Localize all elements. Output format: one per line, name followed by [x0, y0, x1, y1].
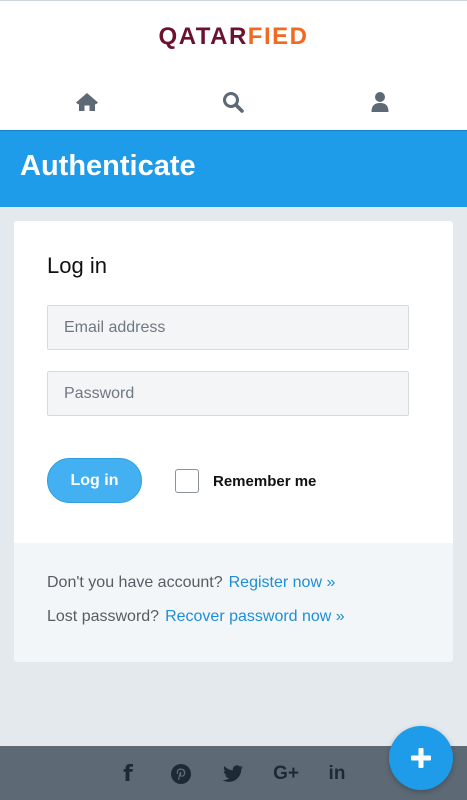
home-icon [76, 93, 98, 111]
login-button[interactable]: Log in [47, 458, 142, 503]
main-nav [0, 85, 467, 119]
remember-me-label: Remember me [213, 472, 317, 490]
user-icon [371, 92, 389, 112]
register-row: Don't you have account? Register now » [47, 574, 335, 592]
nav-home[interactable] [67, 85, 107, 119]
facebook-icon[interactable]: f [118, 762, 138, 787]
page-title: Authenticate [20, 150, 196, 182]
plus-icon [411, 748, 431, 768]
nav-search[interactable] [213, 85, 253, 119]
remember-me: Remember me [175, 468, 316, 494]
pinterest-icon[interactable] [170, 763, 192, 785]
pinterest-glyph [171, 764, 191, 784]
register-prompt: Don't you have account? [47, 574, 223, 591]
twitter-glyph [222, 765, 243, 782]
linkedin-icon[interactable]: in [326, 763, 348, 785]
search-icon [223, 92, 244, 113]
recover-row: Lost password? Recover password now » [47, 608, 345, 626]
site-logo[interactable]: QATARFIED [0, 23, 467, 51]
nav-account[interactable] [360, 85, 400, 119]
password-field[interactable] [47, 371, 409, 416]
login-heading: Log in [47, 253, 107, 278]
logo-text-primary: QATAR [158, 23, 248, 50]
google-plus-icon[interactable]: G+ [270, 763, 302, 785]
recover-prompt: Lost password? [47, 608, 160, 625]
recover-password-link[interactable]: Recover password now » [165, 608, 345, 625]
login-card: Log in Log in Remember me Don't you have… [14, 221, 453, 662]
remember-me-checkbox[interactable] [175, 469, 199, 493]
account-links: Don't you have account? Register now » Lo… [14, 543, 453, 662]
logo-text-secondary: FIED [247, 23, 309, 50]
page-banner: Authenticate [0, 130, 467, 207]
twitter-icon[interactable] [222, 763, 244, 785]
email-field[interactable] [47, 305, 409, 350]
app-header: QATARFIED [0, 1, 467, 130]
add-listing-button[interactable] [389, 726, 453, 790]
register-link[interactable]: Register now » [229, 574, 336, 591]
